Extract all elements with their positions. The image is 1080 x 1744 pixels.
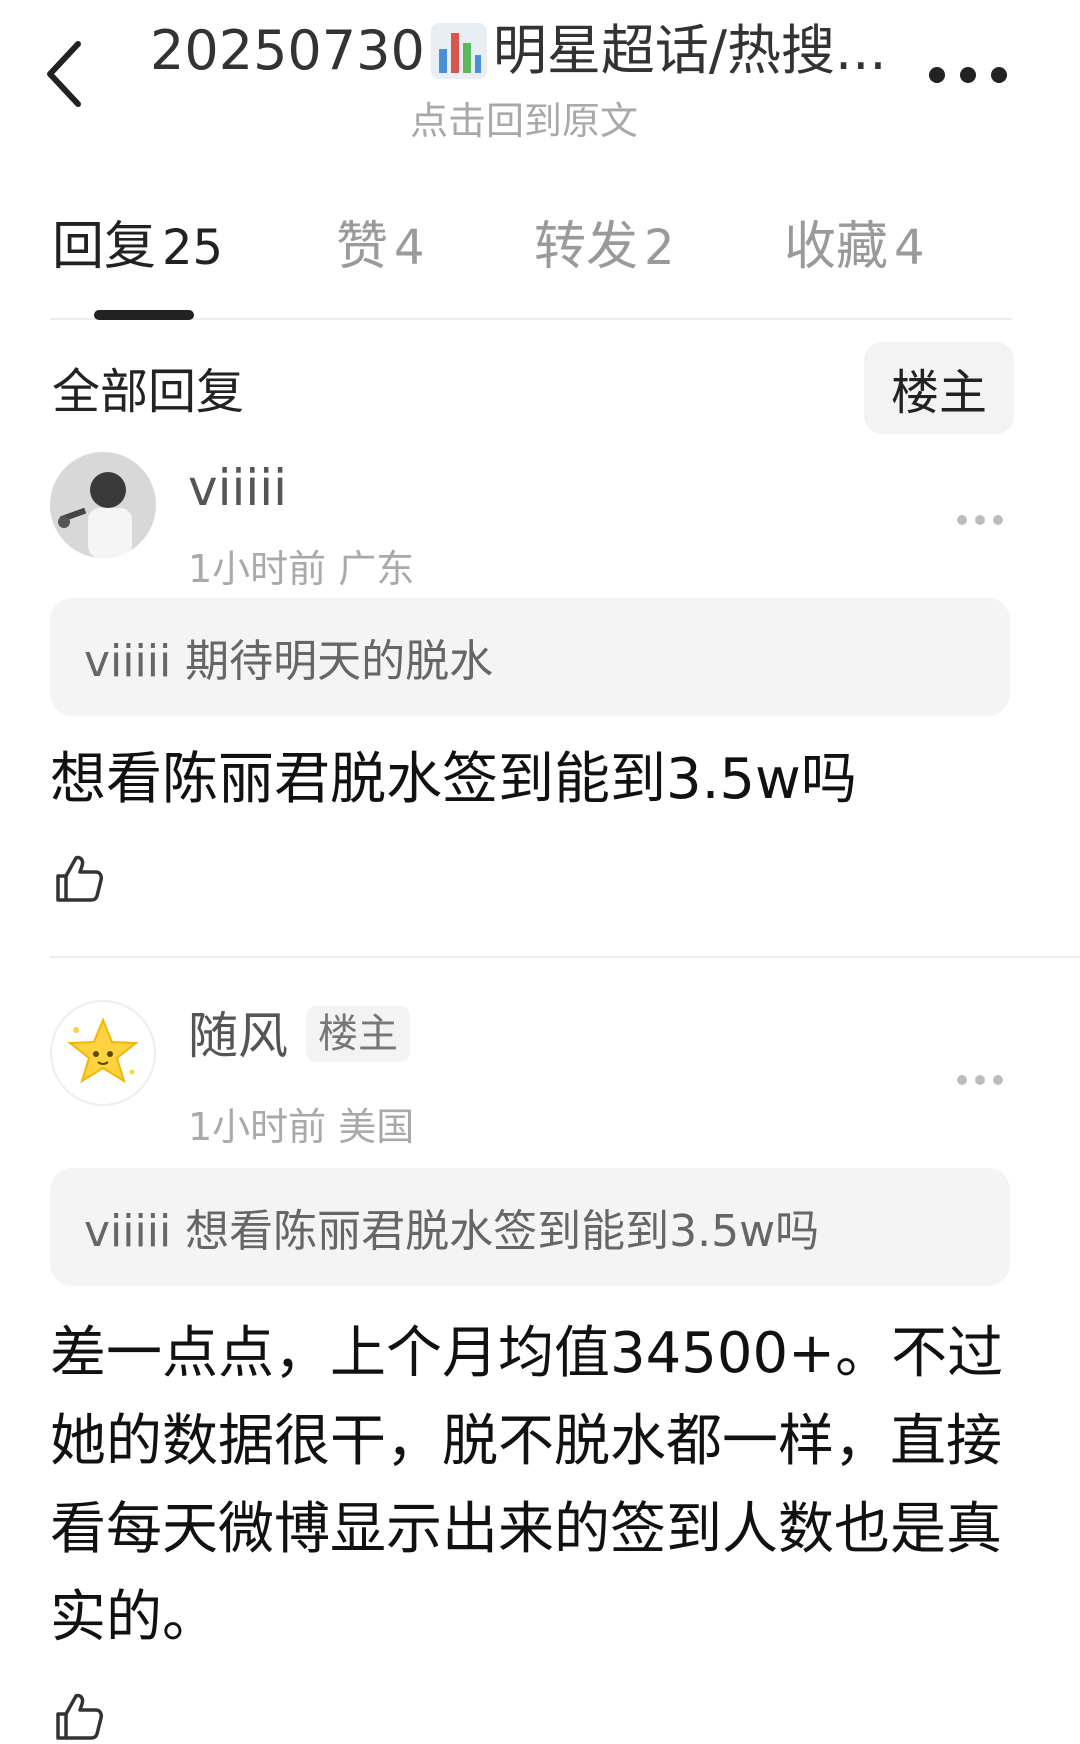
avatar[interactable] xyxy=(50,1000,156,1106)
comment-more-icon[interactable] xyxy=(956,514,1004,526)
comment-location: 美国 xyxy=(338,1105,415,1149)
active-tab-indicator xyxy=(94,310,194,320)
comment-time: 1小时前 xyxy=(188,1105,327,1149)
tab-likes[interactable]: 赞4 xyxy=(336,212,425,282)
bar-chart-icon xyxy=(430,23,487,79)
tab-divider xyxy=(50,318,1012,320)
page-title: 20250730 明星超话/热搜... xyxy=(150,18,930,84)
tab-label: 回复 xyxy=(52,217,157,277)
page-title-area[interactable]: 20250730 明星超话/热搜... xyxy=(150,18,930,84)
avatar-photo xyxy=(50,452,156,558)
star-avatar-icon xyxy=(67,1017,139,1084)
thumbs-up-icon[interactable] xyxy=(52,1690,106,1744)
thumbs-up-icon[interactable] xyxy=(52,852,106,906)
comment-time: 1小时前 xyxy=(188,547,327,591)
title-prefix: 20250730 xyxy=(150,19,425,82)
section-title: 全部回复 xyxy=(52,364,245,420)
quoted-reply[interactable]: viiiii 期待明天的脱水 xyxy=(50,598,1010,716)
owner-badge: 楼主 xyxy=(306,1006,410,1062)
title-suffix: 明星超话/热搜... xyxy=(492,19,887,82)
comment-divider xyxy=(50,956,1080,958)
tab-count: 4 xyxy=(394,220,425,276)
back-to-original-link[interactable]: 点击回到原文 xyxy=(410,90,638,145)
more-icon[interactable] xyxy=(928,66,1008,84)
comment-text: 差一点点，上个月均值34500+。不过她的数据很干，脱不脱水都一样，直接看每天微… xyxy=(50,1321,1004,1650)
tab-label: 转发 xyxy=(534,217,639,277)
owner-only-filter-button[interactable]: 楼主 xyxy=(864,342,1014,434)
quoted-reply[interactable]: viiiii 想看陈丽君脱水签到能到3.5w吗 xyxy=(50,1168,1010,1286)
tab-count: 2 xyxy=(644,220,675,276)
comment-meta: 1小时前 广东 xyxy=(188,538,414,593)
tab-label: 收藏 xyxy=(784,217,889,277)
comment-more-icon[interactable] xyxy=(956,1074,1004,1086)
tab-label: 赞 xyxy=(336,217,389,277)
comment-location: 广东 xyxy=(338,547,415,591)
comment-meta: 1小时前 美国 xyxy=(188,1096,414,1151)
comment-username[interactable]: viiiii xyxy=(188,456,287,520)
tab-reposts[interactable]: 转发 2 xyxy=(534,212,675,282)
avatar[interactable] xyxy=(50,452,156,558)
comment-username[interactable]: 随风 xyxy=(188,1004,288,1068)
tab-count: 25 xyxy=(162,220,224,276)
tab-favorites[interactable]: 收藏 4 xyxy=(784,212,925,282)
comment-text: 想看陈丽君脱水签到能到3.5w吗 xyxy=(50,747,857,812)
tab-replies[interactable]: 回复 25 xyxy=(52,212,223,282)
tab-count: 4 xyxy=(894,220,925,276)
back-chevron-icon[interactable] xyxy=(40,38,92,110)
